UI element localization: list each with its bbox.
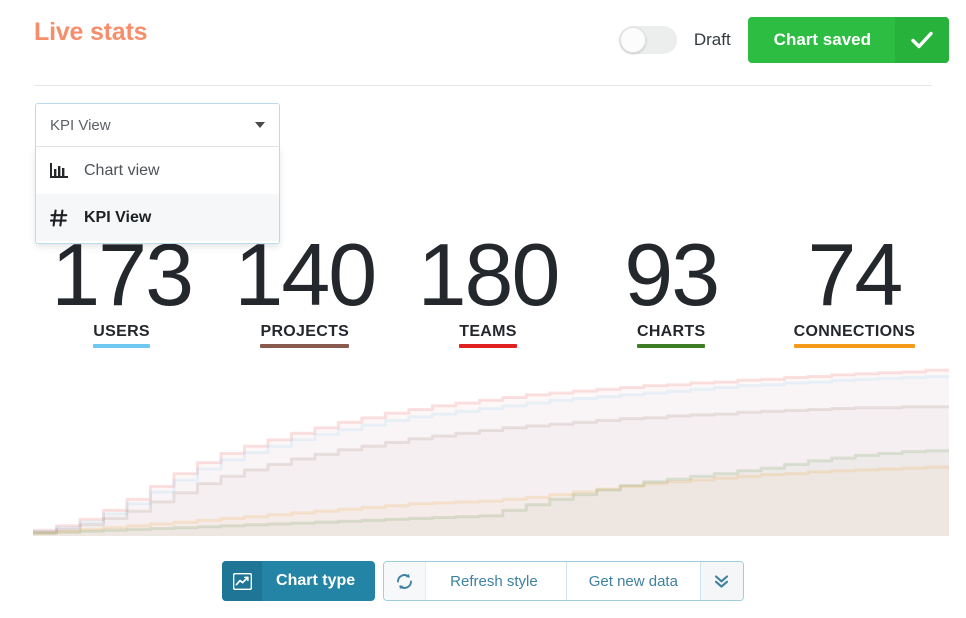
kpi-teams-label: TEAMS [459, 323, 517, 341]
draft-toggle-label: Draft [694, 30, 731, 50]
kpi-users-label: USERS [93, 323, 150, 341]
get-new-data-label: Get new data [589, 573, 678, 590]
refresh-style-label: Refresh style [450, 573, 538, 590]
toggle-knob [620, 27, 646, 53]
kpi-projects-label: PROJECTS [260, 323, 349, 341]
chart-type-label: Chart type [262, 561, 375, 601]
menu-item-chart-view[interactable]: Chart view [36, 147, 279, 194]
view-selector-control[interactable]: KPI View [35, 103, 280, 147]
chart-saved-button[interactable]: Chart saved [748, 17, 949, 63]
kpi-users: 173 USERS [30, 233, 213, 348]
chart-saved-label: Chart saved [748, 17, 895, 63]
kpi-connections-underline [794, 344, 916, 348]
kpi-teams-value: 180 [396, 233, 579, 317]
line-chart-icon [222, 561, 262, 601]
kpi-charts-value: 93 [580, 233, 763, 317]
header-divider [34, 85, 932, 86]
refresh-style-button[interactable]: Refresh style [426, 562, 567, 600]
bottom-toolbar: Chart type Refresh style Get new data [0, 561, 966, 601]
live-stats-page: Live stats Draft Chart saved KPI View [0, 0, 966, 618]
kpi-teams: 180 TEAMS [396, 233, 579, 348]
chevron-down-icon [255, 122, 265, 128]
check-icon [895, 17, 949, 63]
kpi-users-underline [93, 344, 150, 348]
page-header: Live stats Draft Chart saved [0, 0, 966, 86]
kpi-projects-value: 140 [213, 233, 396, 317]
draft-toggle[interactable] [619, 26, 677, 54]
kpi-charts: 93 CHARTS [580, 233, 763, 348]
kpi-charts-label: CHARTS [637, 323, 705, 341]
kpi-connections-value: 74 [763, 233, 946, 317]
menu-item-kpi-view-label: KPI View [84, 209, 151, 227]
menu-item-chart-view-label: Chart view [84, 162, 160, 180]
view-selector-value: KPI View [50, 117, 255, 134]
kpi-users-value: 173 [30, 233, 213, 317]
get-new-data-button[interactable]: Get new data [567, 562, 701, 600]
kpi-connections: 74 CONNECTIONS [763, 233, 946, 348]
kpi-projects: 140 PROJECTS [213, 233, 396, 348]
double-chevron-down-icon[interactable] [701, 562, 743, 600]
kpi-teams-underline [459, 344, 517, 348]
bar-chart-icon [50, 162, 84, 179]
hash-icon [50, 209, 84, 227]
toolbar-button-group: Refresh style Get new data [383, 561, 744, 601]
kpi-projects-underline [260, 344, 349, 348]
refresh-icon[interactable] [384, 562, 426, 600]
header-actions: Draft Chart saved [619, 17, 949, 63]
kpi-connections-label: CONNECTIONS [794, 323, 916, 341]
kpi-charts-underline [637, 344, 705, 348]
page-title: Live stats [34, 18, 147, 47]
view-selector-menu: Chart view KPI View [35, 147, 280, 244]
view-selector: KPI View Chart view [35, 103, 280, 244]
chart-type-button[interactable]: Chart type [222, 561, 375, 601]
kpi-row: 173 USERS 140 PROJECTS 180 TEAMS 93 CHAR… [30, 233, 946, 348]
menu-item-kpi-view[interactable]: KPI View [36, 194, 279, 241]
background-sparkline-chart [33, 356, 949, 536]
